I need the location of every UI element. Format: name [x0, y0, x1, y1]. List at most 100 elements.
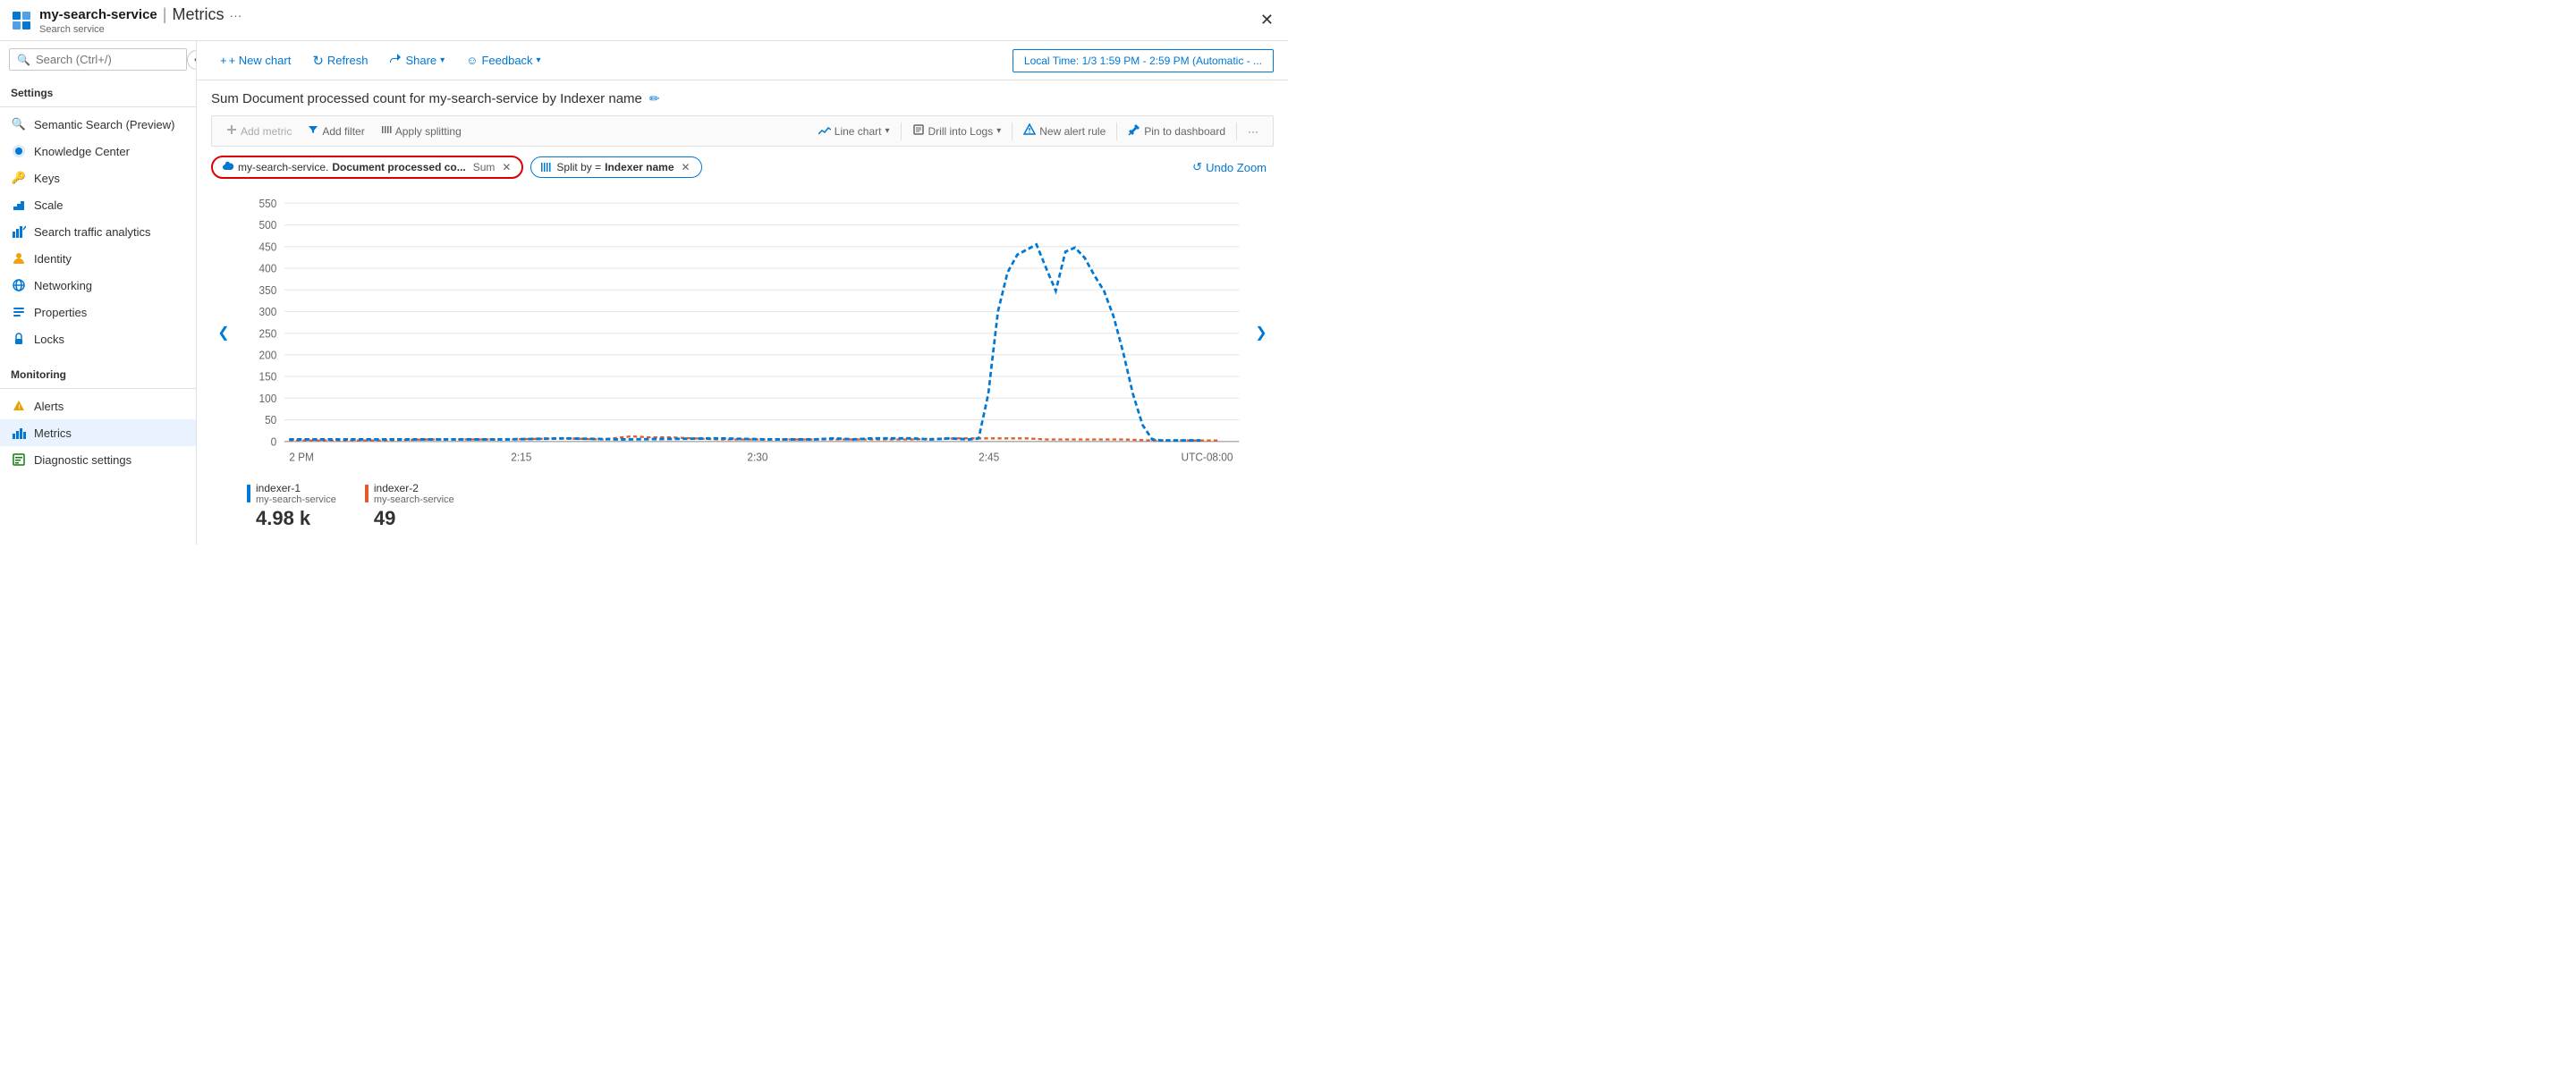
apply-splitting-button[interactable]: Apply splitting [374, 121, 469, 141]
new-chart-button[interactable]: + + New chart [211, 49, 300, 72]
chart-title-row: Sum Document processed count for my-sear… [211, 91, 1274, 106]
indexer2-color-bar [365, 485, 369, 502]
chart-nav-left[interactable]: ❮ [211, 320, 236, 345]
sidebar-item-scale[interactable]: Scale [0, 191, 196, 218]
search-icon: 🔍 [17, 54, 30, 66]
sidebar-item-semantic-search[interactable]: 🔍 Semantic Search (Preview) [0, 111, 196, 138]
svg-text:200: 200 [259, 349, 277, 361]
metric-chip[interactable]: my-search-service. Document processed co… [211, 156, 523, 179]
feedback-button[interactable]: ☺ Feedback ▾ [457, 49, 549, 72]
sidebar-item-label: Semantic Search (Preview) [34, 118, 175, 131]
title-separator: | [163, 5, 167, 24]
metric-chip-cloud-icon [222, 161, 234, 173]
metric-chip-agg: Sum [473, 161, 496, 173]
new-chart-label: + New chart [229, 54, 292, 67]
header-ellipsis[interactable]: ··· [229, 8, 242, 22]
legend-item-indexer1: indexer-1 my-search-service 4.98 k [247, 482, 336, 530]
chart-svg-container: 550 500 450 400 350 300 250 200 150 100 … [236, 188, 1249, 477]
indexer1-name: indexer-1 [256, 482, 336, 494]
sidebar-item-identity[interactable]: Identity [0, 245, 196, 272]
refresh-icon: ↻ [312, 53, 324, 69]
share-label: Share [405, 54, 436, 67]
new-alert-label: New alert rule [1039, 125, 1106, 138]
settings-divider [0, 106, 196, 107]
sidebar-item-locks[interactable]: Locks [0, 325, 196, 352]
sidebar-item-label: Identity [34, 252, 72, 266]
sidebar-search-container[interactable]: 🔍 [9, 48, 187, 71]
search-traffic-icon [11, 224, 27, 240]
more-options-label: ··· [1248, 125, 1258, 138]
add-metric-button[interactable]: Add metric [219, 121, 299, 141]
sidebar-item-networking[interactable]: Networking [0, 272, 196, 299]
metric-chip-close[interactable]: ✕ [500, 161, 513, 173]
svg-text:50: 50 [265, 414, 276, 426]
chart-nav-wrapper: ❮ [211, 188, 1274, 477]
svg-text:0: 0 [271, 435, 277, 448]
share-icon [389, 53, 402, 68]
split-chip-icon [540, 161, 553, 173]
sidebar-item-metrics[interactable]: Metrics [0, 419, 196, 446]
new-alert-rule-button[interactable]: New alert rule [1016, 120, 1113, 142]
pin-dashboard-label: Pin to dashboard [1144, 125, 1225, 138]
chart-container: Sum Document processed count for my-sear… [197, 80, 1288, 544]
chart-title: Sum Document processed count for my-sear… [211, 91, 642, 106]
sidebar-item-diagnostic-settings[interactable]: Diagnostic settings [0, 446, 196, 473]
indexer2-value: 49 [365, 507, 454, 530]
sidebar: 🔍 « Settings 🔍 Semantic Search (Preview)… [0, 41, 197, 544]
undo-zoom-button[interactable]: ↺ Undo Zoom [1185, 156, 1274, 178]
drill-into-logs-button[interactable]: Drill into Logs ▾ [905, 120, 1009, 142]
chart-edit-icon[interactable]: ✏ [649, 91, 660, 106]
chart-svg: 550 500 450 400 350 300 250 200 150 100 … [236, 188, 1249, 477]
undo-zoom-label: Undo Zoom [1206, 161, 1267, 174]
chart-nav-right[interactable]: ❯ [1249, 320, 1274, 345]
line-chart-icon [818, 125, 831, 138]
add-filter-button[interactable]: Add filter [301, 121, 371, 141]
content-area: + + New chart ↻ Refresh Share ▾ ☺ Feedba… [197, 41, 1288, 544]
monitoring-section-label: Monitoring [0, 359, 196, 384]
sidebar-item-alerts[interactable]: ! Alerts [0, 393, 196, 419]
add-filter-icon [308, 124, 318, 138]
share-button[interactable]: Share ▾ [380, 48, 453, 72]
indexer1-line [289, 244, 1200, 440]
svg-text:UTC-08:00: UTC-08:00 [1182, 451, 1233, 463]
refresh-button[interactable]: ↻ Refresh [303, 48, 377, 73]
sidebar-item-label: Networking [34, 279, 92, 292]
metrics-icon [11, 425, 27, 441]
main-toolbar: + + New chart ↻ Refresh Share ▾ ☺ Feedba… [197, 41, 1288, 80]
svg-text:500: 500 [259, 219, 277, 232]
feedback-label: Feedback [481, 54, 532, 67]
time-range-button[interactable]: Local Time: 1/3 1:59 PM - 2:59 PM (Autom… [1013, 49, 1274, 72]
split-chip[interactable]: Split by = Indexer name ✕ [530, 156, 701, 178]
sidebar-item-keys[interactable]: 🔑 Keys [0, 165, 196, 191]
sidebar-item-label: Locks [34, 333, 64, 346]
line-chart-button[interactable]: Line chart ▾ [811, 122, 897, 141]
apply-splitting-icon [381, 124, 392, 138]
sidebar-item-knowledge-center[interactable]: Knowledge Center [0, 138, 196, 165]
pin-to-dashboard-button[interactable]: Pin to dashboard [1121, 120, 1233, 142]
knowledge-center-icon [11, 143, 27, 159]
close-button[interactable]: ✕ [1257, 7, 1277, 33]
sidebar-item-label: Keys [34, 172, 60, 185]
drill-logs-dropdown-icon: ▾ [996, 126, 1001, 136]
sidebar-item-label: Diagnostic settings [34, 453, 131, 467]
identity-icon [11, 250, 27, 266]
sidebar-item-label: Properties [34, 306, 87, 319]
app-logo [11, 10, 32, 31]
new-alert-icon [1023, 123, 1036, 139]
new-chart-icon: + [220, 54, 227, 67]
time-range-label: Local Time: 1/3 1:59 PM - 2:59 PM (Autom… [1024, 55, 1262, 67]
undo-zoom-icon: ↺ [1192, 160, 1202, 174]
svg-text:100: 100 [259, 393, 277, 405]
search-input[interactable] [36, 53, 179, 66]
pin-icon [1128, 123, 1140, 139]
indexer2-name: indexer-2 [374, 482, 454, 494]
sidebar-collapse-button[interactable]: « [187, 50, 197, 70]
metric-toolbar: Add metric Add filter Apply splitting [211, 115, 1274, 147]
drill-logs-label: Drill into Logs [928, 125, 994, 138]
more-options-button[interactable]: ··· [1241, 122, 1266, 141]
split-chip-close[interactable]: ✕ [680, 161, 692, 173]
split-chip-prefix: Split by = [556, 161, 601, 173]
sidebar-item-search-traffic-analytics[interactable]: Search traffic analytics [0, 218, 196, 245]
sidebar-item-properties[interactable]: Properties [0, 299, 196, 325]
svg-text:450: 450 [259, 241, 277, 253]
